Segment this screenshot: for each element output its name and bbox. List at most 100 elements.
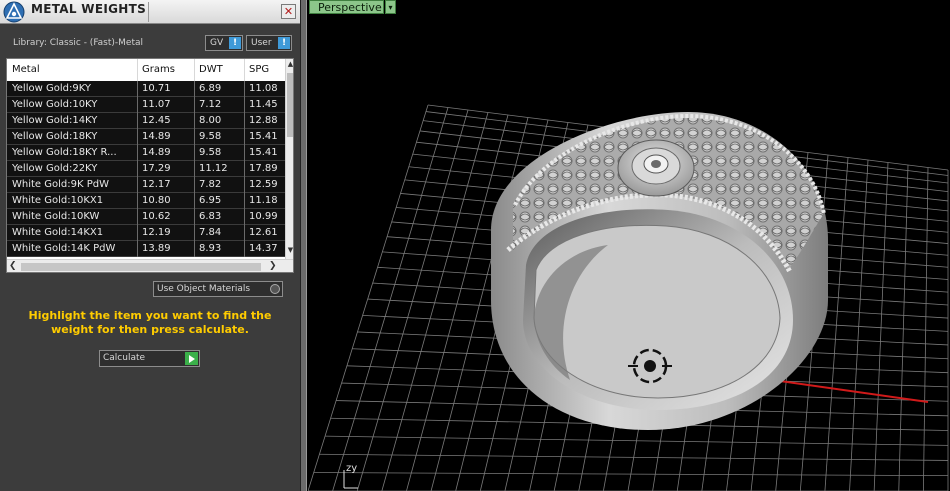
cell-metal: White Gold:14KX1	[12, 227, 104, 238]
gv-toggle-label: GV	[210, 38, 224, 48]
column-divider	[137, 59, 138, 81]
column-divider	[194, 59, 195, 81]
grid-line	[898, 164, 909, 491]
cell-grams: 11.07	[142, 99, 171, 110]
table-row[interactable]: Yellow Gold:18KY 14.89 9.58 15.41	[7, 129, 285, 145]
panel-header: METAL WEIGHTS ✕	[0, 0, 300, 24]
header-divider	[148, 2, 149, 22]
metal-weights-panel: METAL WEIGHTS ✕ Library: Classic - (Fast…	[0, 0, 300, 491]
cell-metal: White Gold:10KW	[12, 211, 100, 222]
horizontal-scroll-thumb[interactable]	[21, 263, 261, 271]
cell-divider	[194, 81, 195, 97]
scroll-right-icon[interactable]: ❯	[269, 261, 277, 271]
table-row[interactable]: Yellow Gold:14KY 12.45 8.00 12.88	[7, 113, 285, 129]
table-row[interactable]: White Gold:10KX1 10.80 6.95 11.18	[7, 193, 285, 209]
cell-spg: 12.88	[249, 115, 278, 126]
horizontal-scrollbar[interactable]: ❮ ❯	[7, 259, 293, 272]
cell-spg: 12.59	[249, 179, 278, 190]
cell-metal: Yellow Gold:18KY R...	[12, 147, 117, 158]
cell-divider	[137, 129, 138, 145]
cell-metal: White Gold:9K PdW	[12, 179, 109, 190]
view-dropdown-icon[interactable]: ▾	[385, 0, 396, 14]
metal-table: Metal Grams DWT SPG Yellow Gold:9KY 10.71…	[6, 58, 294, 273]
cell-dwt: 6.83	[199, 211, 222, 222]
column-header-metal[interactable]: Metal	[12, 64, 40, 75]
grid-line	[873, 162, 889, 491]
cell-grams: 10.62	[142, 211, 171, 222]
cell-spg: 17.89	[249, 163, 278, 174]
scroll-left-icon[interactable]: ❮	[9, 261, 17, 271]
cell-spg: 11.08	[249, 83, 278, 94]
grid-line	[332, 107, 449, 491]
cell-divider	[194, 241, 195, 257]
table-row[interactable]: Yellow Gold:9KY 10.71 6.89 11.08	[7, 81, 285, 97]
table-row[interactable]: Yellow Gold:22KY 17.29 11.12 17.89	[7, 161, 285, 177]
axis-gizmo-label: zy	[346, 463, 358, 474]
cell-spg: 12.61	[249, 227, 278, 238]
cell-divider	[194, 225, 195, 241]
table-row[interactable]: Yellow Gold:10KY 11.07 7.12 11.45	[7, 97, 285, 113]
cell-divider	[137, 145, 138, 161]
vertical-scrollbar[interactable]: ▲ ▼	[285, 59, 293, 259]
instruction-text: Highlight the item you want to find the …	[28, 309, 272, 336]
cell-grams: 14.89	[142, 147, 171, 158]
cell-spg: 15.41	[249, 147, 278, 158]
panel-title: METAL WEIGHTS	[31, 2, 147, 16]
cell-divider	[137, 161, 138, 177]
cell-divider	[244, 81, 245, 97]
gv-toggle-button[interactable]: GV !	[205, 35, 243, 51]
view-name-tab[interactable]: Perspective	[309, 0, 384, 14]
cell-dwt: 11.12	[199, 163, 228, 174]
radio-icon	[270, 284, 280, 294]
cell-metal: Yellow Gold:18KY	[12, 131, 98, 142]
panel-splitter[interactable]	[300, 0, 307, 491]
cell-dwt: 9.58	[199, 131, 222, 142]
table-row[interactable]: White Gold:10KW 10.62 6.83 10.99	[7, 209, 285, 225]
cell-metal: Yellow Gold:14KY	[12, 115, 98, 126]
close-panel-button[interactable]: ✕	[281, 4, 296, 19]
table-row[interactable]: White Gold:14KX1 12.19 7.84 12.61	[7, 225, 285, 241]
cell-spg: 15.41	[249, 131, 278, 142]
cell-divider	[194, 145, 195, 161]
cell-divider	[137, 81, 138, 97]
grid-line	[325, 435, 949, 446]
cell-divider	[244, 209, 245, 225]
grid-line	[849, 159, 869, 491]
cell-grams: 17.29	[142, 163, 171, 174]
toggle-indicator-icon: !	[229, 37, 241, 49]
cell-dwt: 7.84	[199, 227, 222, 238]
calculate-button[interactable]: Calculate	[99, 350, 200, 367]
cell-dwt: 9.58	[199, 147, 222, 158]
scroll-up-icon[interactable]: ▲	[286, 60, 293, 70]
table-body: Yellow Gold:9KY 10.71 6.89 11.08 Yellow Gold…	[7, 81, 285, 257]
cell-divider	[137, 209, 138, 225]
vertical-scroll-thumb[interactable]	[287, 73, 293, 137]
column-header-dwt[interactable]: DWT	[199, 64, 223, 75]
column-header-spg[interactable]: SPG	[249, 64, 269, 75]
table-row[interactable]: Yellow Gold:18KY R... 14.89 9.58 15.41	[7, 145, 285, 161]
cell-divider	[194, 209, 195, 225]
cell-divider	[194, 97, 195, 113]
use-object-materials-toggle[interactable]: Use Object Materials	[153, 281, 283, 297]
cell-metal: Yellow Gold:9KY	[12, 83, 91, 94]
toggle-indicator-icon: !	[278, 37, 290, 49]
cell-divider	[137, 193, 138, 209]
table-header: Metal Grams DWT SPG	[7, 59, 285, 81]
user-toggle-button[interactable]: User !	[246, 35, 292, 51]
cell-metal: White Gold:10KX1	[12, 195, 104, 206]
cell-divider	[244, 241, 245, 257]
cell-divider	[137, 241, 138, 257]
cell-grams: 10.71	[142, 83, 171, 94]
column-header-grams[interactable]: Grams	[142, 64, 175, 75]
use-object-materials-label: Use Object Materials	[157, 284, 251, 294]
cell-divider	[137, 97, 138, 113]
table-row[interactable]: White Gold:9K PdW 12.17 7.82 12.59	[7, 177, 285, 193]
scroll-down-icon[interactable]: ▼	[286, 246, 293, 256]
cell-grams: 13.89	[142, 243, 171, 254]
cell-dwt: 6.95	[199, 195, 222, 206]
grid-line	[922, 167, 929, 491]
cell-dwt: 8.93	[199, 243, 222, 254]
3d-viewport[interactable]: Perspective ▾ zy	[308, 0, 950, 491]
table-row[interactable]: White Gold:14K PdW 13.89 8.93 14.37	[7, 241, 285, 257]
cell-divider	[137, 177, 138, 193]
